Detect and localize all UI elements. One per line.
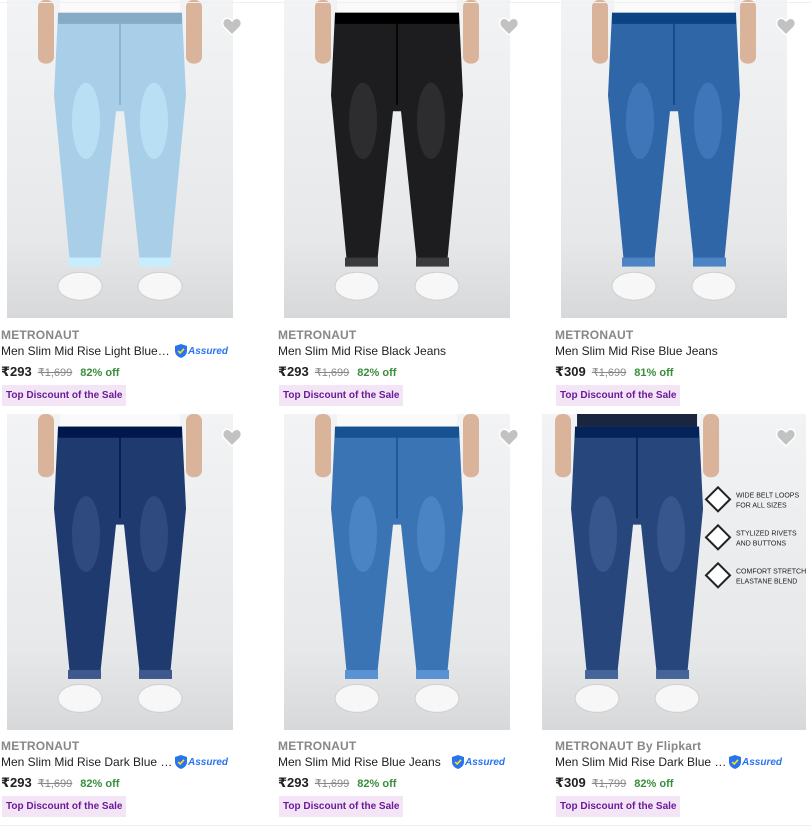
brand-name: METRONAUT bbox=[555, 328, 634, 342]
offer-tag: Top Discount of the Sale bbox=[556, 796, 681, 817]
price-row: ₹293 ₹1,699 82% off bbox=[278, 364, 396, 380]
price-row: ₹309 ₹1,799 82% off bbox=[555, 775, 673, 791]
assured-badge: Assured bbox=[175, 343, 228, 359]
heart-icon[interactable] bbox=[220, 14, 244, 38]
heart-icon[interactable] bbox=[774, 425, 798, 449]
price-row: ₹293 ₹1,699 82% off bbox=[1, 775, 119, 791]
selling-price: ₹309 bbox=[555, 364, 586, 379]
assured-label: Assured bbox=[188, 756, 229, 768]
assured-badge: Assured bbox=[175, 754, 228, 770]
product-image[interactable] bbox=[284, 0, 510, 318]
product-image[interactable]: WIDE BELT LOOPS FOR ALL SIZES STYLIZED RIV… bbox=[542, 414, 806, 730]
offer-tag: Top Discount of the Sale bbox=[2, 385, 127, 406]
product-title[interactable]: Men Slim Mid Rise Black Jeans bbox=[278, 344, 446, 358]
original-price: ₹1,699 bbox=[314, 778, 350, 790]
discount-percent: 82% off bbox=[634, 778, 674, 790]
discount-percent: 82% off bbox=[80, 778, 120, 790]
product-title[interactable]: Men Slim Mid Rise Dark Blue Je... bbox=[555, 755, 727, 769]
svg-text:STYLIZED RIVETS: STYLIZED RIVETS bbox=[736, 530, 797, 537]
selling-price: ₹293 bbox=[278, 364, 309, 379]
svg-text:AND BUTTONS: AND BUTTONS bbox=[736, 540, 786, 547]
product-title[interactable]: Men Slim Mid Rise Blue Jeans bbox=[555, 344, 718, 358]
shield-icon bbox=[175, 344, 187, 358]
offer-tag: Top Discount of the Sale bbox=[279, 385, 404, 406]
discount-percent: 81% off bbox=[634, 367, 674, 379]
row-divider bbox=[0, 825, 811, 826]
brand-name: METRONAUT bbox=[1, 328, 80, 342]
product-title[interactable]: Men Slim Mid Rise Blue Jeans bbox=[278, 755, 441, 769]
selling-price: ₹293 bbox=[1, 775, 32, 790]
offer-tag: Top Discount of the Sale bbox=[556, 385, 681, 406]
selling-price: ₹293 bbox=[278, 775, 309, 790]
assured-badge: Assured bbox=[729, 754, 782, 770]
price-row: ₹309 ₹1,699 81% off bbox=[555, 364, 673, 380]
original-price: ₹1,699 bbox=[314, 367, 350, 379]
product-image[interactable] bbox=[7, 0, 233, 318]
product-image[interactable] bbox=[561, 0, 787, 318]
svg-text:WIDE BELT LOOPS: WIDE BELT LOOPS bbox=[736, 492, 799, 499]
product-title[interactable]: Men Slim Mid Rise Light Blue Je... bbox=[1, 344, 173, 358]
shield-icon bbox=[452, 755, 464, 769]
product-image[interactable] bbox=[284, 414, 510, 730]
selling-price: ₹309 bbox=[555, 775, 586, 790]
product-title[interactable]: Men Slim Mid Rise Dark Blue Je... bbox=[1, 755, 173, 769]
svg-text:COMFORT STRETCH WITH: COMFORT STRETCH WITH bbox=[736, 568, 806, 575]
brand-name: METRONAUT By Flipkart bbox=[555, 739, 702, 753]
price-row: ₹293 ₹1,699 82% off bbox=[1, 364, 119, 380]
brand-name: METRONAUT bbox=[278, 328, 357, 342]
heart-icon[interactable] bbox=[497, 425, 521, 449]
shield-icon bbox=[729, 755, 741, 769]
brand-name: METRONAUT bbox=[278, 739, 357, 753]
original-price: ₹1,699 bbox=[591, 367, 627, 379]
original-price: ₹1,799 bbox=[591, 778, 627, 790]
offer-tag: Top Discount of the Sale bbox=[279, 796, 404, 817]
brand-name: METRONAUT bbox=[1, 739, 80, 753]
original-price: ₹1,699 bbox=[37, 367, 73, 379]
discount-percent: 82% off bbox=[357, 778, 397, 790]
heart-icon[interactable] bbox=[497, 14, 521, 38]
svg-text:ELASTANE BLEND: ELASTANE BLEND bbox=[736, 578, 797, 585]
price-row: ₹293 ₹1,699 82% off bbox=[278, 775, 396, 791]
assured-label: Assured bbox=[465, 756, 506, 768]
discount-percent: 82% off bbox=[80, 367, 120, 379]
shield-icon bbox=[175, 755, 187, 769]
product-image[interactable] bbox=[7, 414, 233, 730]
assured-label: Assured bbox=[188, 345, 229, 357]
svg-text:FOR ALL SIZES: FOR ALL SIZES bbox=[736, 502, 787, 509]
assured-label: Assured bbox=[742, 756, 783, 768]
heart-icon[interactable] bbox=[220, 425, 244, 449]
row-divider bbox=[0, 2, 811, 3]
discount-percent: 82% off bbox=[357, 367, 397, 379]
original-price: ₹1,699 bbox=[37, 778, 73, 790]
assured-badge: Assured bbox=[452, 754, 505, 770]
selling-price: ₹293 bbox=[1, 364, 32, 379]
heart-icon[interactable] bbox=[774, 14, 798, 38]
offer-tag: Top Discount of the Sale bbox=[2, 796, 127, 817]
